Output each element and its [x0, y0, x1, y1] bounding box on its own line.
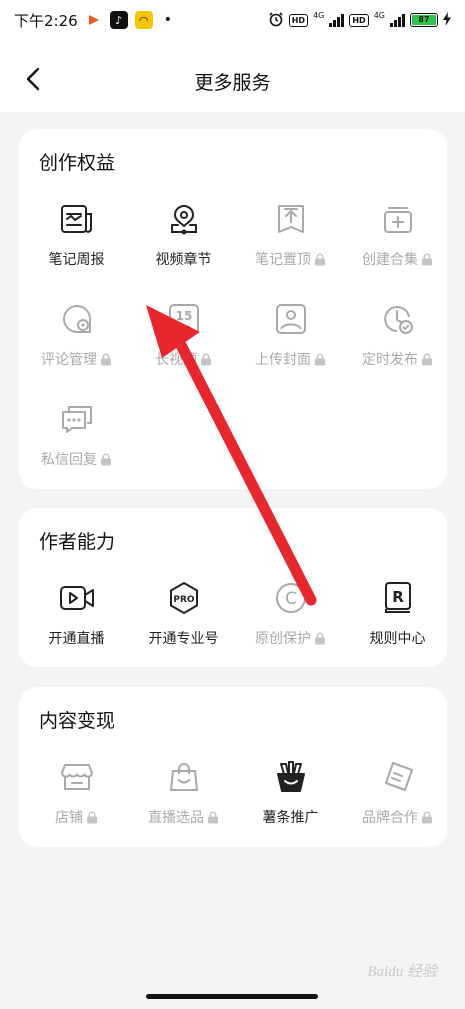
- video-chapter-item[interactable]: 视频章节: [130, 201, 237, 285]
- charging-icon: [443, 11, 451, 29]
- rules-badge-text: R: [392, 588, 404, 606]
- long-video-badge-sub: MINS: [176, 324, 191, 331]
- collection-item[interactable]: 创建合集: [344, 201, 451, 285]
- pin-top-item[interactable]: 笔记置顶: [237, 201, 344, 285]
- shopping-bag-icon: [166, 759, 202, 795]
- rules-book-icon: R: [380, 580, 416, 616]
- copyright-badge-text: C: [285, 589, 297, 609]
- section-author-ability: 作者能力 开通直播 PRO 开通专业号 C 原创保护 R 规则中心: [19, 508, 447, 667]
- battery-icon: 87: [410, 13, 438, 27]
- message-reply-item[interactable]: 私信回复: [23, 401, 130, 485]
- scheduled-publish-item[interactable]: 定时发布: [344, 301, 451, 385]
- rules-center-item[interactable]: R 规则中心: [344, 580, 451, 664]
- notification-app-icon: [85, 11, 103, 29]
- weekly-report-icon: [59, 201, 95, 237]
- lock-icon: [314, 253, 326, 266]
- item-label: 上传封面: [255, 352, 311, 368]
- item-label: 定时发布: [362, 352, 418, 368]
- item-label: 原创保护: [255, 631, 311, 647]
- hd-badge-2: HD: [349, 13, 369, 27]
- lock-icon: [200, 353, 212, 366]
- network-type: 4G: [313, 10, 325, 20]
- item-label: 视频章节: [155, 252, 212, 268]
- long-video-icon: 15 MINS: [166, 301, 202, 337]
- more-notifications-dot: •: [163, 12, 172, 28]
- app-notification-icon: ◠: [134, 11, 153, 29]
- home-indicator[interactable]: [146, 994, 318, 999]
- copyright-icon: C: [273, 580, 309, 616]
- signal-icon: [329, 13, 345, 27]
- pro-badge-text: PRO: [173, 595, 195, 605]
- lock-icon: [207, 811, 219, 824]
- lock-icon: [421, 811, 433, 824]
- cover-image-icon: [273, 301, 309, 337]
- lock-icon: [100, 453, 112, 466]
- item-label: 笔记置顶: [255, 252, 311, 268]
- live-selection-item[interactable]: 直播选品: [130, 759, 237, 843]
- item-label: 私信回复: [41, 452, 97, 468]
- item-label: 规则中心: [369, 631, 426, 647]
- brand-coop-item[interactable]: 品牌合作: [344, 759, 451, 843]
- scheduled-publish-icon: [380, 301, 416, 337]
- network-type-2: 4G: [373, 10, 385, 20]
- live-camera-icon: [59, 580, 95, 616]
- lock-icon: [86, 811, 98, 824]
- section-title: 创作权益: [39, 152, 116, 174]
- tiktok-icon: ♪: [109, 11, 128, 29]
- collection-icon: [380, 201, 416, 237]
- cover-upload-item[interactable]: 上传封面: [237, 301, 344, 385]
- section-monetization: 内容变现 店铺 直播选品 薯条推广 品牌合作: [19, 687, 447, 847]
- item-label: 创建合集: [362, 252, 418, 268]
- lock-icon: [421, 353, 433, 366]
- section-creation-rights: 创作权益 笔记周报 视频章节 笔记置顶 创建合集 评论管理 15 MINS 长视…: [19, 129, 447, 489]
- lock-icon: [314, 632, 326, 645]
- item-label: 开通直播: [48, 631, 105, 647]
- video-chapter-icon: [166, 201, 202, 237]
- alarm-icon: [268, 11, 284, 30]
- hd-badge: HD: [288, 13, 309, 27]
- long-video-badge: 15: [175, 309, 192, 323]
- signal-icon-2: [390, 13, 405, 27]
- section-title: 内容变现: [39, 710, 116, 732]
- brand-coop-icon: [380, 759, 416, 795]
- comment-manage-icon: [59, 301, 95, 337]
- lock-icon: [314, 353, 326, 366]
- message-reply-icon: [59, 401, 95, 437]
- store-icon: [59, 759, 95, 795]
- item-label: 品牌合作: [362, 810, 418, 826]
- open-pro-account-item[interactable]: PRO 开通专业号: [130, 580, 237, 664]
- item-label: 开通专业号: [148, 631, 219, 647]
- status-time: 下午2:26: [14, 11, 78, 30]
- item-label: 店铺: [55, 810, 83, 826]
- header: 更多服务: [0, 40, 465, 112]
- long-video-item[interactable]: 15 MINS 长视频: [130, 301, 237, 385]
- open-live-item[interactable]: 开通直播: [23, 580, 130, 664]
- lock-icon: [100, 353, 112, 366]
- watermark: Baidu 经验: [367, 964, 437, 980]
- pro-badge-icon: PRO: [166, 580, 202, 616]
- battery-level: 87: [412, 15, 436, 25]
- lock-icon: [421, 253, 433, 266]
- item-label: 笔记周报: [48, 252, 105, 268]
- page-title: 更多服务: [194, 72, 271, 94]
- store-item[interactable]: 店铺: [23, 759, 130, 843]
- section-title: 作者能力: [39, 531, 116, 553]
- fries-promo-item[interactable]: 薯条推广: [237, 759, 344, 843]
- item-label: 评论管理: [41, 352, 97, 368]
- fries-promo-icon: [273, 759, 309, 795]
- weekly-report-item[interactable]: 笔记周报: [23, 201, 130, 285]
- comment-manage-item[interactable]: 评论管理: [23, 301, 130, 385]
- original-protection-item[interactable]: C 原创保护: [237, 580, 344, 664]
- item-label: 薯条推广: [262, 810, 319, 826]
- pin-top-icon: [273, 201, 309, 237]
- item-label: 直播选品: [148, 810, 204, 826]
- item-label: 长视频: [155, 352, 197, 368]
- status-bar: 下午2:26 ♪ ◠ • HD 4G HD 4G 87: [0, 0, 465, 40]
